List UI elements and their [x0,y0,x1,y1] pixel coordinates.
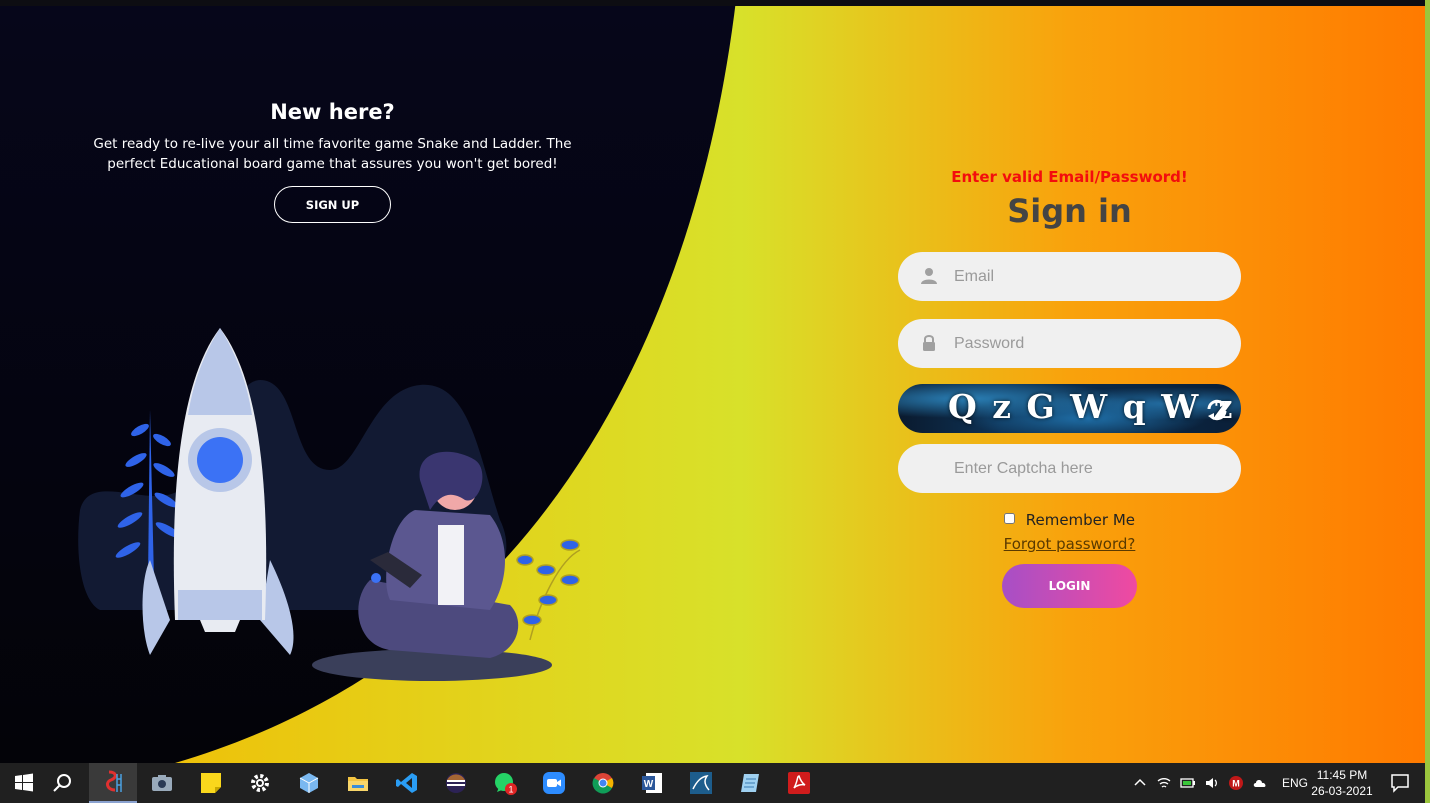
clock-date: 26-03-2021 [1311,784,1373,798]
error-message: Enter valid Email/Password! [951,168,1188,186]
sign-in-form: Enter valid Email/Password! Sign in Q z … [898,168,1241,608]
mcafee-icon[interactable]: M [1228,775,1244,791]
password-input[interactable] [954,319,1224,368]
promo-title: New here? [270,100,395,124]
chevron-up-icon[interactable] [1132,775,1148,791]
whatsapp-icon[interactable]: 1 [481,763,529,803]
wifi-icon[interactable] [1156,775,1172,791]
captcha-input[interactable] [954,444,1224,493]
lock-icon [923,335,935,351]
taskbar: 1 W M ENG 11:45 PM 26-03-2021 [0,763,1425,803]
snake-ladder-app-icon[interactable] [89,763,137,803]
password-field[interactable] [898,319,1241,368]
captcha-text: Q z G W q W z [948,387,1235,426]
window-top-border [0,0,1430,6]
remember-me-label: Remember Me [1025,511,1136,529]
zoom-icon[interactable] [530,763,578,803]
notepad-icon[interactable] [726,763,774,803]
email-field[interactable] [898,252,1241,301]
clock-time: 11:45 PM [1316,768,1368,782]
login-page: New here? Get ready to re-live your all … [0,0,1425,763]
remember-me-checkbox[interactable] [1003,513,1015,524]
mysql-icon[interactable] [677,763,725,803]
word-icon[interactable]: W [628,763,676,803]
svg-text:M: M [1232,779,1240,789]
sticky-notes-icon[interactable] [187,763,235,803]
rocket-person-illustration [78,328,581,681]
volume-icon[interactable] [1204,775,1220,791]
language-indicator[interactable]: ENG [1282,776,1308,790]
user-icon [921,268,937,284]
acrobat-icon[interactable] [775,763,823,803]
window-right-border [1425,0,1430,803]
login-button[interactable]: LOGIN [1002,564,1137,608]
settings-gear-icon[interactable] [236,763,284,803]
eclipse-icon[interactable] [432,763,480,803]
chrome-icon[interactable] [579,763,627,803]
battery-icon[interactable] [1180,775,1196,791]
signup-promo: New here? Get ready to re-live your all … [80,100,585,223]
captcha-image: Q z G W q W z [898,384,1241,433]
forgot-password-link[interactable]: Forgot password? [898,535,1241,553]
captcha-field[interactable] [898,444,1241,493]
remember-me: Remember Me [898,511,1241,529]
email-input[interactable] [954,252,1224,301]
file-explorer-icon[interactable] [334,763,382,803]
system-tray: M ENG [1128,763,1308,803]
promo-description: Get ready to re-live your all time favor… [93,136,572,172]
refresh-icon[interactable] [1205,398,1229,422]
cloud-icon[interactable] [1252,775,1268,791]
search-icon[interactable] [38,763,86,803]
sign-in-title: Sign in [1007,192,1132,230]
taskbar-clock[interactable]: 11:45 PM 26-03-2021 [1306,767,1378,799]
whatsapp-badge: 1 [508,785,513,795]
vscode-icon[interactable] [383,763,431,803]
notification-icon[interactable] [1376,763,1424,803]
svg-text:W: W [644,779,654,790]
camera-icon[interactable] [138,763,186,803]
3d-box-icon[interactable] [285,763,333,803]
sign-up-button[interactable]: SIGN UP [274,186,391,223]
